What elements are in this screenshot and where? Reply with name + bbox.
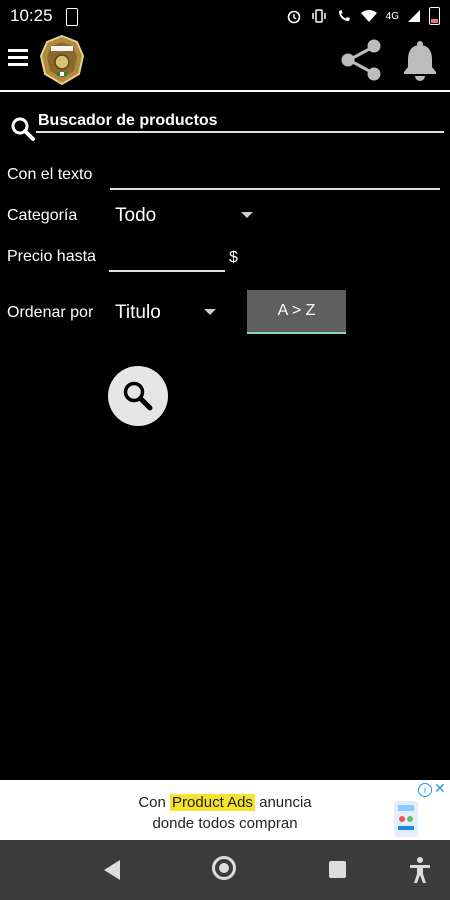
price-label: Precio hasta bbox=[7, 248, 96, 265]
ad-close-icon[interactable]: ✕ bbox=[434, 780, 446, 797]
ad-info-icon[interactable]: i bbox=[418, 783, 432, 797]
text-input[interactable] bbox=[110, 188, 440, 190]
chevron-down-icon[interactable] bbox=[241, 212, 253, 218]
text-label: Con el texto bbox=[7, 166, 93, 183]
ad-line2: donde todos compran bbox=[152, 815, 298, 832]
app-bar-divider bbox=[0, 90, 450, 92]
home-icon[interactable] bbox=[212, 856, 236, 880]
network-label: 4G bbox=[385, 10, 399, 22]
accessibility-icon[interactable] bbox=[407, 856, 433, 884]
wifi-icon bbox=[360, 9, 378, 23]
battery-icon bbox=[429, 7, 440, 25]
bell-icon[interactable] bbox=[400, 40, 440, 82]
order-dropdown[interactable]: Titulo bbox=[115, 302, 161, 324]
vibrate-icon bbox=[310, 8, 328, 24]
category-dropdown[interactable]: Todo bbox=[115, 205, 156, 227]
status-icons: 4G bbox=[286, 6, 440, 26]
search-button[interactable] bbox=[108, 366, 168, 426]
sort-direction-button[interactable]: A > Z bbox=[247, 290, 346, 334]
search-section-title: Buscador de productos bbox=[38, 112, 218, 129]
currency-symbol: $ bbox=[229, 249, 238, 266]
signal-icon bbox=[407, 9, 421, 23]
menu-icon[interactable] bbox=[8, 49, 28, 71]
recent-apps-icon[interactable] bbox=[329, 861, 346, 878]
share-icon[interactable] bbox=[338, 38, 384, 82]
title-underline bbox=[36, 131, 444, 133]
alarm-icon bbox=[286, 8, 302, 24]
ad-highlight: Product Ads bbox=[170, 794, 255, 811]
ad-line1-after: anuncia bbox=[259, 794, 312, 811]
ad-text[interactable]: Con Product Ads anuncia donde todos comp… bbox=[0, 792, 450, 834]
back-icon[interactable] bbox=[104, 860, 120, 880]
search-icon bbox=[123, 381, 153, 411]
category-label: Categoría bbox=[7, 207, 78, 224]
order-label: Ordenar por bbox=[7, 304, 94, 321]
status-time: 10:25 bbox=[10, 6, 53, 25]
wifi-calling-icon bbox=[336, 8, 352, 24]
badge-logo bbox=[37, 34, 87, 86]
ad-image[interactable] bbox=[386, 795, 426, 837]
chevron-down-icon[interactable] bbox=[204, 309, 216, 315]
price-input[interactable] bbox=[109, 270, 225, 272]
search-icon bbox=[10, 116, 36, 142]
ad-line1-before: Con bbox=[138, 794, 166, 811]
sim-card-icon bbox=[66, 8, 78, 26]
